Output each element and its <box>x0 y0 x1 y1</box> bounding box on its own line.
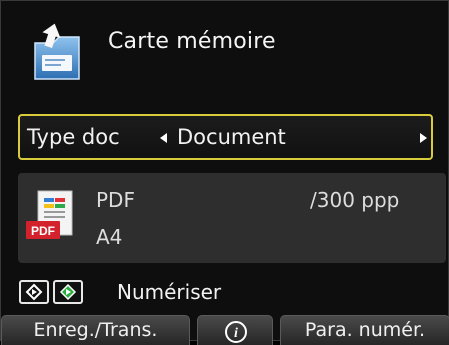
doc-type-selector[interactable]: Type doc Document <box>18 114 433 160</box>
page-title: Carte mémoire <box>108 29 276 54</box>
arrow-left-icon[interactable] <box>160 133 167 143</box>
resolution-value: /300 ppp <box>310 188 400 212</box>
info-icon: i <box>225 321 247 343</box>
doc-type-value: Document <box>177 125 286 149</box>
info-glyph: i <box>234 326 238 341</box>
lcd-screen: Carte mémoire Type doc Document PDF PDF … <box>0 0 449 345</box>
color-start-icon <box>53 280 83 304</box>
arrow-right-icon[interactable] <box>420 133 427 143</box>
black-start-icon <box>19 280 49 304</box>
memory-card-icon <box>34 23 80 80</box>
paper-size-value: A4 <box>96 225 123 249</box>
scan-settings-panel[interactable]: PDF PDF /300 ppp A4 <box>18 173 446 263</box>
format-value: PDF <box>96 188 135 212</box>
doc-type-label: Type doc <box>27 125 120 149</box>
pdf-file-icon: PDF <box>26 190 73 239</box>
scan-label: Numériser <box>117 280 222 304</box>
header: Carte mémoire <box>1 1 449 101</box>
pdf-badge-text: PDF <box>31 224 55 238</box>
